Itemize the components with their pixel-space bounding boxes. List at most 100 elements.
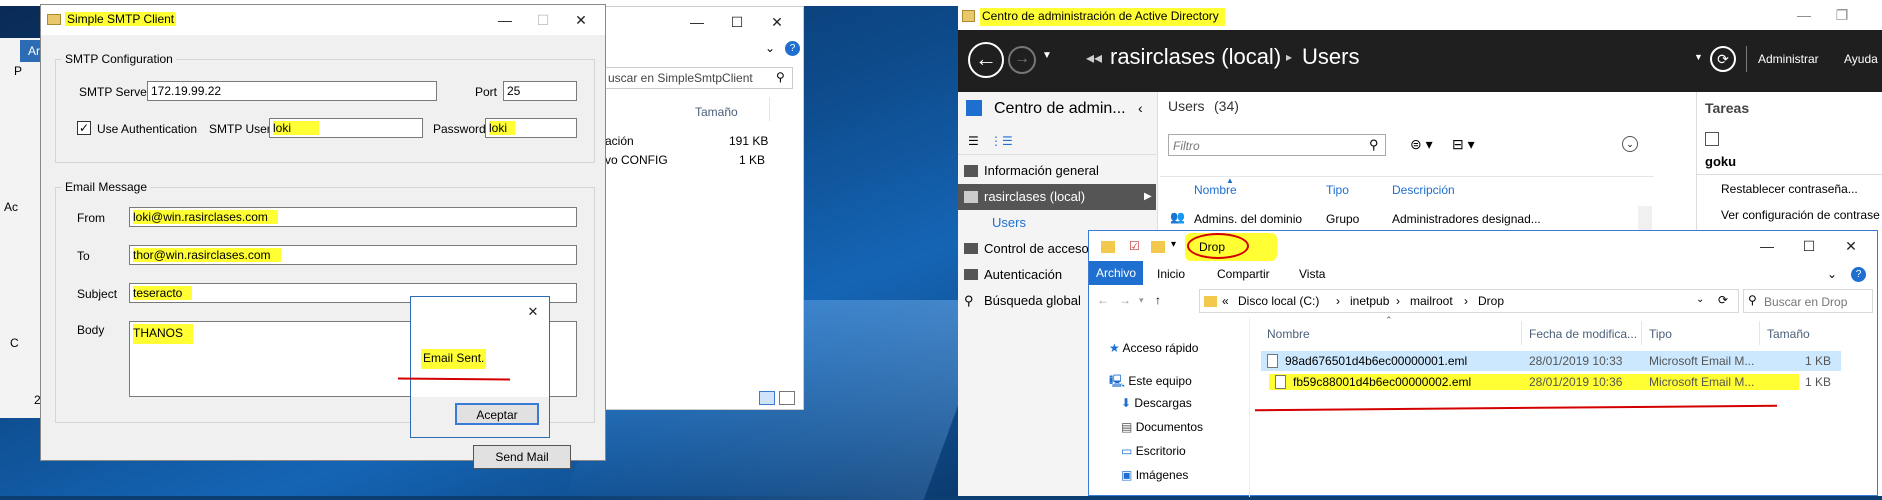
dropdown-icon[interactable]: ▼: [1694, 52, 1703, 62]
filter-placeholder: Filtro: [1173, 139, 1200, 153]
close-button[interactable]: ✕: [759, 7, 795, 37]
breadcrumb-current[interactable]: Users: [1302, 44, 1359, 70]
history-dropdown-icon[interactable]: ▼: [1042, 50, 1052, 61]
filter-input[interactable]: Filtro ⚲: [1168, 134, 1386, 156]
tiles-view-icon[interactable]: [779, 391, 795, 405]
details-view-icon[interactable]: [759, 391, 775, 405]
table-row[interactable]: 👥 Admins. del dominio Grupo Administrado…: [1160, 208, 1600, 228]
breadcrumb-segment[interactable]: mailroot: [1410, 294, 1453, 308]
close-button[interactable]: ✕: [1833, 231, 1869, 261]
breadcrumb-segment[interactable]: Drop: [1478, 294, 1504, 308]
breadcrumb-overflow[interactable]: «: [1222, 294, 1229, 308]
up-arrow-icon[interactable]: ↑: [1155, 293, 1161, 307]
breadcrumb-segment[interactable]: inetpub: [1350, 294, 1389, 308]
chevron-down-icon[interactable]: ⌄: [1827, 267, 1837, 281]
ad-title-bar[interactable]: Centro de administración de Active Direc…: [958, 0, 1882, 30]
help-icon[interactable]: ?: [1851, 267, 1866, 282]
minimize-button[interactable]: —: [679, 7, 715, 37]
maximize-button[interactable]: ☐: [1791, 231, 1827, 261]
maximize-button[interactable]: ☐: [719, 7, 755, 37]
collapse-icon[interactable]: ⌄: [1622, 136, 1638, 152]
file-name-fragment[interactable]: ación: [605, 134, 634, 148]
file-row[interactable]: 98ad676501d4b6ec00000001.eml 28/01/2019 …: [1261, 351, 1841, 371]
minimize-button[interactable]: —: [1786, 0, 1822, 30]
list-view-icon[interactable]: ☰: [968, 134, 979, 148]
nav-this-pc[interactable]: 🖳 Este equipo: [1109, 372, 1192, 393]
collapse-nav-icon[interactable]: ‹: [1138, 100, 1143, 116]
breadcrumb-segment[interactable]: Disco local (C:): [1238, 294, 1319, 308]
column-divider: [1641, 321, 1642, 345]
port-input[interactable]: 25: [503, 81, 577, 101]
nav-item-domain[interactable]: rasirclases (local) ▶: [958, 184, 1156, 210]
restore-button[interactable]: ❐: [1824, 0, 1860, 30]
column-header-name[interactable]: Nombre: [1194, 183, 1237, 197]
view-options-icon[interactable]: ⊜ ▾: [1410, 136, 1433, 153]
forward-button[interactable]: →: [1008, 46, 1036, 74]
send-mail-button[interactable]: Send Mail: [473, 445, 571, 469]
ribbon-tab-inicio[interactable]: Inicio: [1157, 267, 1185, 281]
ribbon-tab-vista[interactable]: Vista: [1299, 267, 1325, 281]
task-view-password-settings[interactable]: Ver configuración de contrase: [1721, 208, 1880, 222]
forward-arrow-icon[interactable]: →: [1119, 293, 1131, 307]
column-header-size[interactable]: Tamaño: [695, 105, 738, 119]
help-icon[interactable]: ?: [785, 41, 800, 56]
recent-dropdown-icon[interactable]: ▾: [1139, 295, 1144, 306]
column-header-name[interactable]: Nombre: [1267, 327, 1310, 341]
chevron-down-icon[interactable]: ⌄: [765, 41, 775, 55]
expand-icon[interactable]: ▶: [1144, 184, 1152, 210]
smtp-server-input[interactable]: 172.19.99.22: [147, 81, 437, 101]
nav-downloads[interactable]: ⬇ Descargas: [1121, 396, 1192, 410]
back-arrow-icon[interactable]: ←: [1097, 293, 1109, 307]
refresh-icon[interactable]: ⟳: [1718, 293, 1728, 307]
address-dropdown-icon[interactable]: ⌄: [1696, 294, 1704, 305]
manage-menu[interactable]: Administrar: [1758, 52, 1819, 66]
new-folder-icon[interactable]: [1151, 241, 1165, 253]
title-bar[interactable]: Simple SMTP Client — ☐ ✕: [41, 5, 605, 35]
search-box[interactable]: uscar en SimpleSmtpClient ⚲: [603, 67, 793, 89]
tree-view-icon[interactable]: ⋮☰: [990, 134, 1013, 148]
explorer-title-bar[interactable]: ☑ ▾ Drop — ☐ ✕: [1089, 231, 1877, 263]
back-button[interactable]: ←: [968, 42, 1004, 78]
ribbon-tab-compartir[interactable]: Compartir: [1217, 267, 1270, 281]
quick-access-dropdown-icon[interactable]: ▾: [1171, 239, 1176, 250]
nav-quick-access[interactable]: ★ Acceso rápido: [1109, 341, 1198, 355]
file-row[interactable]: fb59c88001d4b6ec00000002.eml 28/01/2019 …: [1261, 372, 1841, 392]
password-input[interactable]: loki: [485, 118, 577, 138]
to-input[interactable]: thor@win.rasirclases.com: [129, 245, 577, 265]
breadcrumb-root[interactable]: rasirclases (local): [1110, 44, 1281, 70]
nav-item-overview[interactable]: Información general: [958, 158, 1156, 184]
explorer-title: Drop: [1199, 240, 1226, 254]
refresh-icon[interactable]: ⟳: [1710, 46, 1736, 72]
from-input[interactable]: loki@win.rasirclases.com: [129, 207, 577, 227]
column-header-date[interactable]: Fecha de modifica...: [1529, 327, 1637, 341]
smtp-user-input[interactable]: loki: [269, 118, 423, 138]
maximize-button[interactable]: ☐: [525, 5, 561, 35]
save-query-icon[interactable]: ⊟ ▾: [1452, 136, 1475, 153]
file-name-fragment[interactable]: vo CONFIG: [605, 153, 668, 167]
overview-icon: [964, 165, 978, 177]
column-header-type[interactable]: Tipo: [1649, 327, 1672, 341]
column-header-description[interactable]: Descripción: [1392, 183, 1455, 197]
explorer-window: ☑ ▾ Drop — ☐ ✕ Archivo Inicio Compartir …: [1088, 230, 1878, 497]
nav-item-label: Búsqueda global: [984, 293, 1081, 308]
minimize-button[interactable]: —: [1749, 231, 1785, 261]
column-header-size[interactable]: Tamaño: [1767, 327, 1810, 341]
ribbon-tab-archivo[interactable]: Archivo: [1089, 261, 1143, 285]
properties-icon[interactable]: ☑: [1129, 239, 1140, 253]
nav-desktop[interactable]: ▭ Escritorio: [1121, 444, 1186, 458]
nav-item-label: Acceso rápido: [1122, 341, 1199, 355]
address-bar[interactable]: « Disco local (C:) › inetpub › mailroot …: [1199, 289, 1739, 313]
accept-button[interactable]: Aceptar: [455, 403, 539, 425]
task-reset-password[interactable]: Restablecer contraseña...: [1721, 182, 1858, 196]
close-button[interactable]: ✕: [515, 297, 551, 327]
column-header-type[interactable]: Tipo: [1326, 183, 1349, 197]
nav-pictures[interactable]: ▣ Imágenes: [1121, 468, 1188, 482]
minimize-button[interactable]: —: [487, 5, 523, 35]
nav-documents[interactable]: ▤ Documentos: [1121, 420, 1203, 434]
help-menu[interactable]: Ayuda: [1844, 52, 1878, 66]
use-authentication-checkbox[interactable]: ✓: [77, 121, 91, 135]
explorer-search-box[interactable]: ⚲ Buscar en Drop: [1743, 289, 1873, 313]
close-button[interactable]: ✕: [563, 5, 599, 35]
computer-icon: 🖳: [1109, 374, 1126, 388]
search-icon: ⚲: [964, 293, 974, 308]
